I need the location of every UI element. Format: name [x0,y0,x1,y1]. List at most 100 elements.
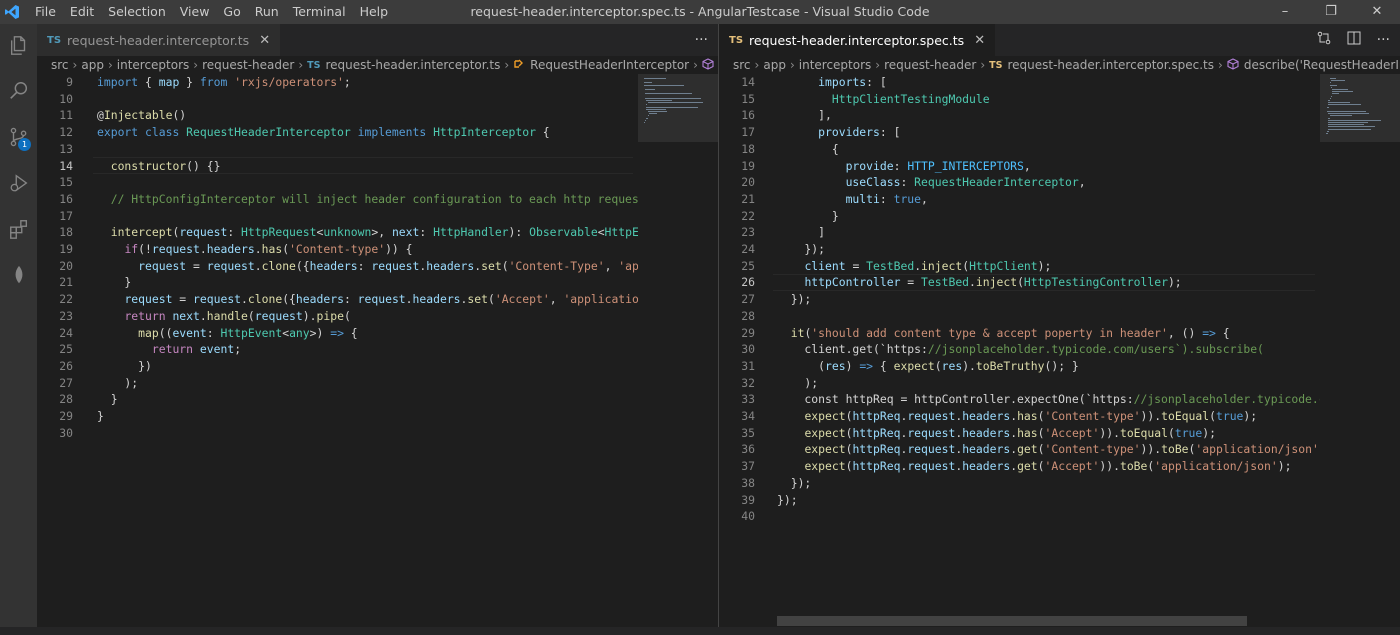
left-code-editor[interactable]: 9 import { map } from 'rxjs/operators'; 10… [37,74,718,627]
code-line[interactable]: 21 } [37,274,637,291]
code-line[interactable]: 40 [719,508,1319,525]
minimap-line [1328,124,1365,126]
code-line[interactable]: 9 import { map } from 'rxjs/operators'; [37,74,637,91]
horizontal-scrollbar[interactable] [777,616,1247,626]
run-debug-icon[interactable] [0,168,37,198]
code-line[interactable]: 18 { [719,141,1319,158]
code-line[interactable]: 19 if(!request.headers.has('Content-type… [37,241,637,258]
code-line[interactable]: 21 multi: true, [719,191,1319,208]
code-line[interactable]: 13 [37,141,637,158]
code-text: intercept(request: HttpRequest<unknown>,… [110,225,718,240]
code-line[interactable]: 37 expect(httpReq.request.headers.get('A… [719,458,1319,475]
minimap-line [1332,91,1353,93]
close-window-button[interactable]: ✕ [1354,0,1400,24]
compare-icon[interactable] [1317,31,1331,49]
breadcrumb-class[interactable]: RequestHeaderInterceptor [530,58,689,72]
code-line[interactable]: 16 // HttpConfigInterceptor will inject … [37,191,645,208]
code-line[interactable]: 28 } [37,391,637,408]
minimap-line [1328,102,1350,104]
code-line[interactable]: 30 client.get(`https://jsonplaceholder.t… [719,341,1319,358]
right-minimap[interactable] [1320,74,1400,627]
code-line[interactable]: 33 const httpReq = httpController.expect… [719,391,1400,408]
menu-view[interactable]: View [173,0,217,24]
code-line[interactable]: 20 request = request.clone({headers: req… [37,258,718,275]
breadcrumb-file[interactable]: request-header.interceptor.spec.ts [1007,58,1214,72]
code-text: } [777,208,839,223]
mongodb-icon[interactable] [0,260,37,290]
right-code-editor[interactable]: 14 imports: [15 HttpClientTestingModule 1… [719,74,1400,627]
close-icon[interactable]: ✕ [974,33,985,48]
code-line[interactable]: 10 [37,91,637,108]
breadcrumb-describe-callback[interactable]: describe('RequestHeaderInterceptor') cal… [1244,58,1400,72]
menu-run[interactable]: Run [248,0,286,24]
code-line[interactable]: 31 (res) => { expect(res).toBeTruthy(); … [719,358,1319,375]
code-line[interactable]: 11 @Injectable() [37,107,637,124]
restore-button[interactable]: ❐ [1308,0,1354,24]
code-line[interactable]: 26 httpController = TestBed.inject(HttpT… [719,274,1319,291]
breadcrumb-interceptors[interactable]: interceptors [117,58,190,72]
menu-terminal[interactable]: Terminal [286,0,353,24]
code-line[interactable]: 25 client = TestBed.inject(HttpClient); [719,258,1319,275]
breadcrumb-app[interactable]: app [81,58,104,72]
tab-request-header-interceptor[interactable]: TS request-header.interceptor.ts ✕ [37,24,281,56]
code-line[interactable]: 30 [37,425,637,442]
close-icon[interactable]: ✕ [259,33,270,48]
code-line[interactable]: 15 [37,174,637,191]
breadcrumb-app[interactable]: app [763,58,786,72]
code-line[interactable]: 14 constructor() {} [37,158,637,175]
code-text: provide: HTTP_INTERCEPTORS, [845,158,1031,173]
code-line[interactable]: 22 request = request.clone({headers: req… [37,291,714,308]
menu-help[interactable]: Help [353,0,396,24]
breadcrumb-src[interactable]: src [51,58,69,72]
more-icon[interactable]: ··· [1377,32,1390,48]
menu-selection[interactable]: Selection [101,0,173,24]
code-line[interactable]: 38 }); [719,475,1319,492]
menu-file[interactable]: File [28,0,63,24]
menu-edit[interactable]: Edit [63,0,101,24]
breadcrumb-interceptors[interactable]: interceptors [799,58,872,72]
code-line[interactable]: 35 expect(httpReq.request.headers.has('A… [719,425,1319,442]
code-line[interactable]: 18 intercept(request: HttpRequest<unknow… [37,224,718,241]
explorer-icon[interactable] [0,30,37,60]
split-editor-icon[interactable] [1347,31,1361,49]
menu-go[interactable]: Go [216,0,247,24]
code-line[interactable]: 26 }) [37,358,637,375]
left-minimap[interactable] [638,74,718,627]
code-line[interactable]: 19 provide: HTTP_INTERCEPTORS, [719,158,1319,175]
code-line[interactable]: 16 ], [719,107,1319,124]
breadcrumb-file[interactable]: request-header.interceptor.ts [325,58,500,72]
search-icon[interactable] [0,76,37,106]
code-line[interactable]: 15 HttpClientTestingModule [719,91,1319,108]
code-line[interactable]: 28 [719,308,1319,325]
code-line[interactable]: 27 ); [37,375,637,392]
breadcrumb-request-header[interactable]: request-header [202,58,294,72]
tab-request-header-interceptor-spec[interactable]: TS request-header.interceptor.spec.ts ✕ [719,24,996,56]
code-text: ] [777,225,826,240]
code-line[interactable]: 24 }); [719,241,1319,258]
line-number: 10 [59,91,73,106]
code-line[interactable]: 23 return next.handle(request).pipe( [37,308,637,325]
code-line[interactable]: 17 [37,208,637,225]
code-line[interactable]: 29 it('should add content type & accept … [719,325,1319,342]
method-symbol-icon [702,57,714,73]
code-line[interactable]: 36 expect(httpReq.request.headers.get('C… [719,441,1332,458]
code-line[interactable]: 14 imports: [ [719,74,1319,91]
code-line[interactable]: 34 expect(httpReq.request.headers.has('C… [719,408,1319,425]
code-line[interactable]: 25 return event; [37,341,637,358]
code-line[interactable]: 17 providers: [ [719,124,1319,141]
code-line[interactable]: 29} [37,408,637,425]
breadcrumb-request-header[interactable]: request-header [884,58,976,72]
minimize-button[interactable]: – [1262,0,1308,24]
breadcrumb-src[interactable]: src [733,58,751,72]
code-line[interactable]: 22 } [719,208,1319,225]
code-line[interactable]: 12 export class RequestHeaderInterceptor … [37,124,637,141]
code-line[interactable]: 24 map((event: HttpEvent<any>) => { [37,325,637,342]
code-line[interactable]: 23 ] [719,224,1319,241]
code-line[interactable]: 27 }); [719,291,1319,308]
minimap-line [1329,82,1331,84]
code-line[interactable]: 20 useClass: RequestHeaderInterceptor, [719,174,1319,191]
extensions-icon[interactable] [0,214,37,244]
code-line[interactable]: 32 ); [719,375,1319,392]
code-line[interactable]: 39}); [719,492,1319,509]
more-actions-button[interactable]: ··· [695,32,708,48]
